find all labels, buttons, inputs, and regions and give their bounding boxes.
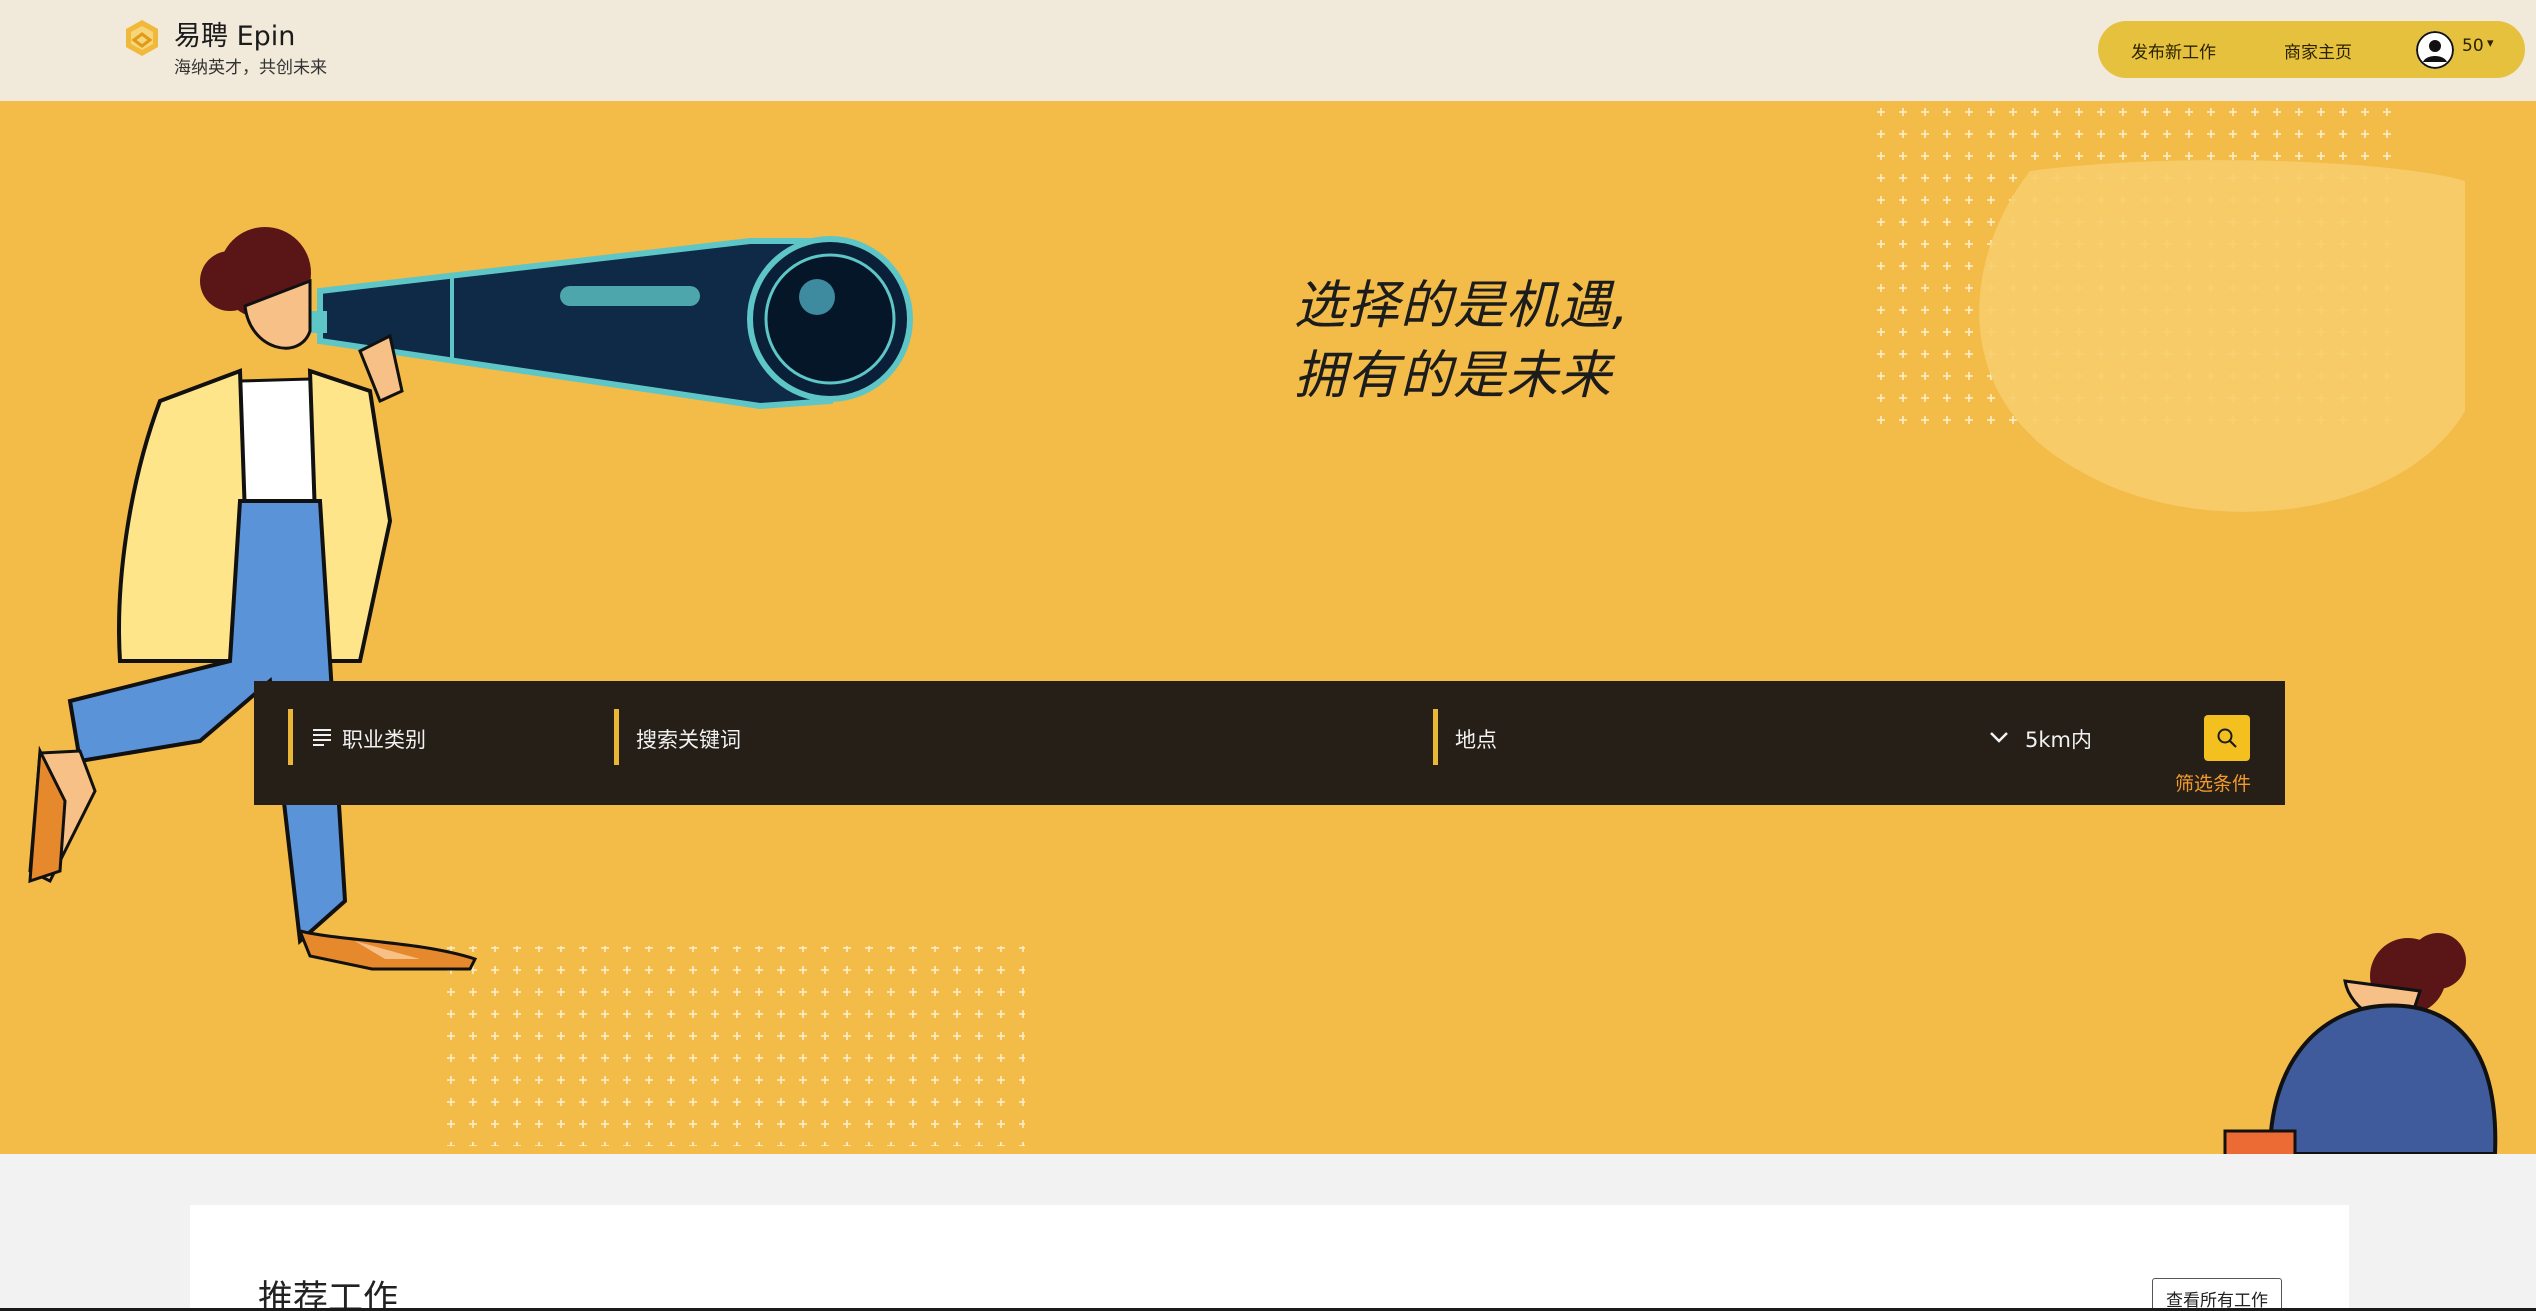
segment-divider — [288, 709, 293, 765]
tagline-line-2: 拥有的是未来 — [1294, 346, 1613, 406]
site-header: 易聘 Epin 海纳英才，共创未来 发布新工作 商家主页 50 ▾ — [0, 0, 2536, 101]
decorative-blob — [1979, 160, 2465, 512]
user-count[interactable]: 50 — [2462, 36, 2484, 56]
header-nav: 发布新工作 商家主页 50 ▾ — [2098, 21, 2525, 78]
epin-logo-icon[interactable] — [122, 18, 162, 58]
user-avatar-icon[interactable] — [2416, 31, 2454, 69]
filter-conditions-link[interactable]: 筛选条件 — [2175, 769, 2251, 796]
brand-name[interactable]: 易聘 Epin — [174, 14, 295, 53]
segment-divider — [614, 709, 619, 765]
section-title: 推荐工作 — [258, 1279, 399, 1311]
list-menu-icon[interactable] — [312, 727, 332, 747]
brand-slogan: 海纳英才，共创未来 — [174, 58, 327, 78]
view-all-jobs-button[interactable]: 查看所有工作 — [2152, 1278, 2282, 1311]
merchant-home-link[interactable]: 商家主页 — [2284, 38, 2352, 63]
hero-banner: 选择的是机遇, 拥有的是未来 职业类别 搜索关键词 地点 5km内 筛选条件 — [0, 101, 2536, 1154]
category-selector[interactable]: 职业类别 — [342, 724, 426, 754]
recommended-jobs-section: 推荐工作 查看所有工作 — [190, 1205, 2349, 1311]
location-input[interactable]: 地点 — [1455, 724, 1497, 754]
chevron-down-icon[interactable] — [1987, 725, 2011, 749]
hero-illustration — [28, 106, 2498, 1154]
search-button[interactable] — [2204, 715, 2250, 761]
job-search-bar: 职业类别 搜索关键词 地点 5km内 筛选条件 — [254, 681, 2285, 805]
distance-selector[interactable]: 5km内 — [2025, 724, 2092, 754]
tagline-line-1: 选择的是机遇, — [1294, 276, 1630, 336]
person-reading-illustration — [2223, 933, 2498, 1154]
decorative-dots-bottom-left — [435, 946, 1025, 1146]
search-icon — [2217, 728, 2237, 748]
hero-tagline: 选择的是机遇, 拥有的是未来 — [1294, 271, 1630, 411]
post-job-link[interactable]: 发布新工作 — [2131, 38, 2216, 63]
segment-divider — [1433, 709, 1438, 765]
keyword-search-input[interactable]: 搜索关键词 — [636, 724, 741, 754]
caret-down-icon[interactable]: ▾ — [2487, 36, 2494, 51]
